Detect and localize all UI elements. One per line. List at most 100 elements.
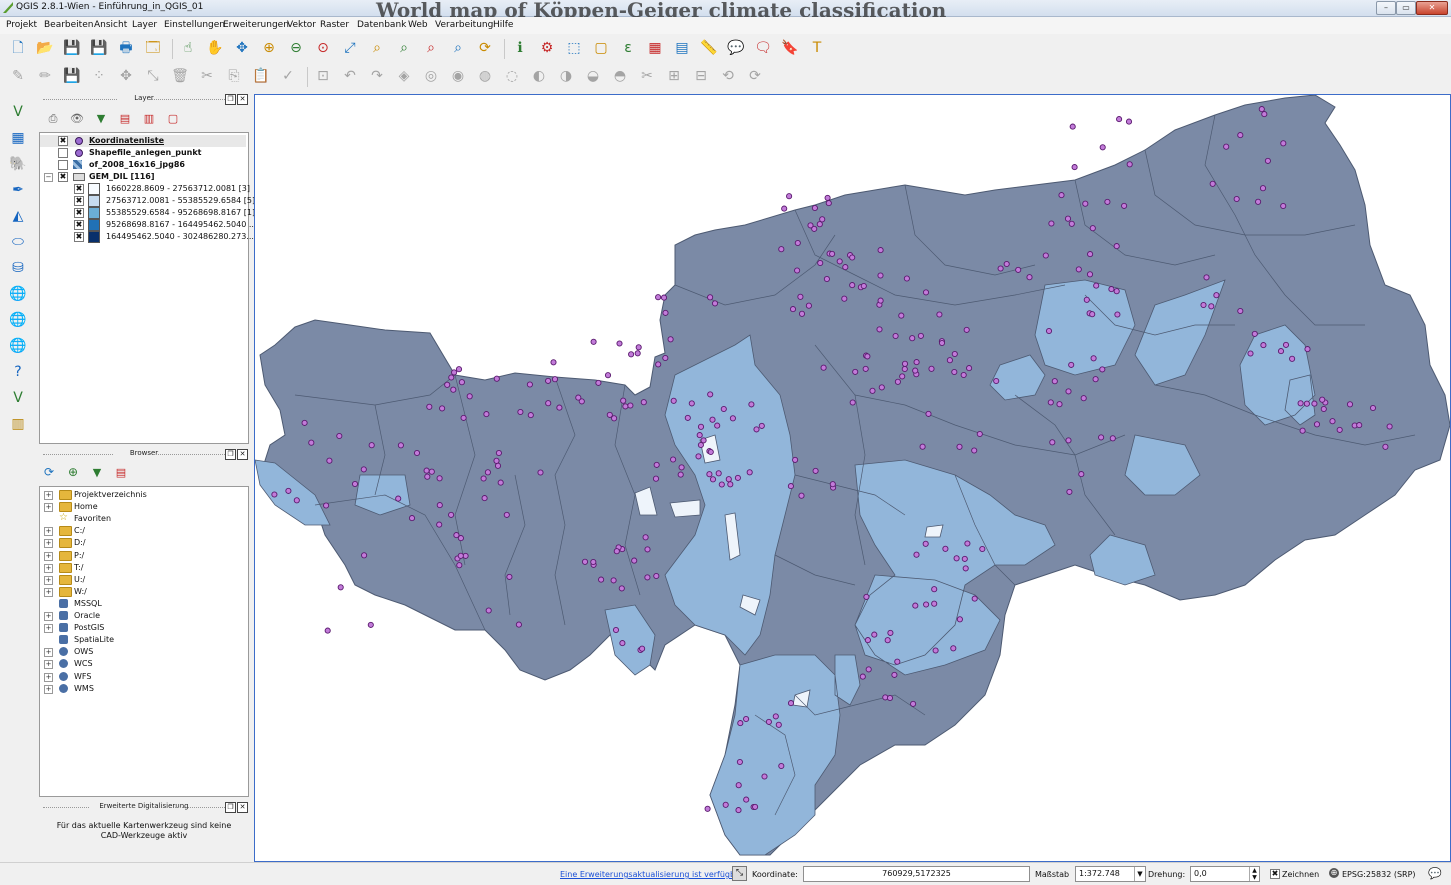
expand-icon[interactable]: + (44, 587, 53, 597)
zoom-in-icon[interactable]: ⊕ (259, 38, 279, 58)
browser-item[interactable]: ☆ Favoriten (40, 512, 246, 525)
paste-features-icon[interactable]: 📋 (251, 66, 271, 86)
zoom-next-icon[interactable]: ⌕ (448, 38, 468, 58)
new-virtual-layer-icon[interactable]: ▥ (8, 414, 28, 434)
deselect-icon[interactable]: ▢ (591, 38, 611, 58)
legend-checkbox[interactable]: ✖ (74, 220, 84, 230)
measure-icon[interactable]: 📏 (699, 38, 719, 58)
save-project-icon[interactable]: 💾 (62, 38, 82, 58)
save-as-icon[interactable]: 💾 (89, 38, 109, 58)
layer-visibility-icon[interactable]: 👁 (67, 108, 87, 128)
layer-checkbox[interactable] (58, 160, 68, 170)
legend-class-4[interactable]: ✖ 95268698.8167 - 164495462.5040 ... (40, 219, 256, 231)
expand-icon[interactable]: + (44, 612, 53, 621)
menu-erweiterungen[interactable]: Erweiterungen (223, 20, 289, 30)
collapse-all-icon[interactable]: ▤ (111, 462, 131, 482)
plugin-update-link[interactable]: Eine Erweiterungsaktualisierung ist verf… (560, 870, 743, 879)
expand-icon[interactable]: + (44, 624, 53, 634)
new-shapefile-icon[interactable]: V (8, 388, 28, 408)
delete-part-icon[interactable]: ◐ (529, 66, 549, 86)
browser-item[interactable]: + T:/ (40, 562, 246, 574)
browser-item[interactable]: + P:/ (40, 550, 246, 562)
spin-arrows-icon[interactable]: ▲ ▼ (1249, 867, 1259, 881)
attribute-table-icon[interactable]: ▦ (645, 38, 665, 58)
browser-item[interactable]: + WCS (40, 658, 246, 670)
text-annotation-icon[interactable]: T (807, 38, 827, 58)
add-db2-layer-icon[interactable]: ⛁ (8, 258, 28, 278)
expand-icon[interactable]: + (44, 563, 53, 573)
browser-item[interactable]: MSSQL (40, 598, 246, 610)
toggle-extents-icon[interactable]: ⤡ (732, 866, 747, 881)
menu-einstellungen[interactable]: Einstellungen (164, 20, 225, 30)
reshape-icon[interactable]: ◑ (556, 66, 576, 86)
browser-item[interactable]: + Home (40, 501, 246, 513)
layer-expand-icon[interactable]: ▤ (115, 108, 135, 128)
legend-class-1[interactable]: ✖ 1660228.8609 - 27563712.0081 [3] (40, 183, 250, 195)
add-vector-layer-icon[interactable]: V (8, 102, 28, 122)
maximize-button[interactable]: ▭ (1396, 1, 1416, 15)
open-project-icon[interactable]: 📂 (35, 38, 55, 58)
layer-remove-icon[interactable]: ▢ (163, 108, 183, 128)
messages-icon[interactable]: 💬 (1428, 867, 1442, 880)
label-icon[interactable]: ⊡ (313, 66, 333, 86)
legend-checkbox[interactable]: ✖ (74, 232, 84, 242)
layer-row-shapefile-anlegen-punkt[interactable]: Shapefile_anlegen_punkt (40, 147, 246, 159)
scale-combobox[interactable]: 1:372.748 ▼ (1075, 866, 1146, 882)
add-ring-icon[interactable]: ◎ (421, 66, 441, 86)
layer-open-styling-icon[interactable]: ⎙ (43, 108, 63, 128)
add-wfs-layer-icon[interactable]: 🌐 (8, 336, 28, 356)
close-window-button[interactable]: ✕ (1416, 1, 1448, 15)
add-postgis-layer-icon[interactable]: 🐘 (8, 154, 28, 174)
render-checkbox[interactable]: ✖ (1270, 869, 1280, 879)
layer-collapse-icon[interactable]: ▥ (139, 108, 159, 128)
add-part-icon[interactable]: ◉ (448, 66, 468, 86)
browser-item[interactable]: + U:/ (40, 574, 246, 586)
add-raster-layer-icon[interactable]: ▦ (8, 128, 28, 148)
move-feature-icon[interactable]: ✥ (116, 66, 136, 86)
rotate-feature-icon[interactable]: ⟳ (745, 66, 765, 86)
digitize-icon[interactable]: ✓ (278, 66, 298, 86)
undo-icon[interactable]: ↶ (340, 66, 360, 86)
layer-checkbox[interactable]: ✖ (58, 136, 68, 146)
filter-browser-icon[interactable]: ▼ (87, 462, 107, 482)
float-panel-button[interactable]: ❐ (225, 94, 236, 105)
expand-icon[interactable]: + (44, 684, 53, 694)
expand-icon[interactable]: + (44, 503, 53, 513)
browser-item[interactable]: + C:/ (40, 525, 246, 537)
layer-row-raster[interactable]: of_2008_16x16_jpg86 (40, 159, 246, 171)
close-panel-button[interactable]: ✕ (237, 94, 248, 105)
float-panel-button[interactable]: ❐ (225, 449, 236, 460)
map-canvas[interactable] (254, 94, 1451, 862)
map-svg[interactable] (255, 95, 1450, 861)
menu-vektor[interactable]: Vektor (287, 20, 316, 30)
redo-icon[interactable]: ↷ (367, 66, 387, 86)
add-delimited-text-icon[interactable]: ? (8, 362, 28, 382)
expand-icon[interactable]: + (44, 648, 53, 658)
zoom-out-icon[interactable]: ⊖ (286, 38, 306, 58)
crs-globe-icon[interactable]: ⊕ (1329, 868, 1339, 878)
expand-icon[interactable]: + (44, 539, 53, 549)
refresh-icon[interactable]: ⟳ (475, 38, 495, 58)
node-tool-icon[interactable]: ⤡ (143, 66, 163, 86)
browser-item[interactable]: + Projektverzeichnis (40, 489, 246, 501)
fill-ring-icon[interactable]: ◍ (475, 66, 495, 86)
layer-filter-icon[interactable]: ▼ (91, 108, 111, 128)
map-tips-icon[interactable]: 🗨 (753, 38, 773, 58)
copy-features-icon[interactable]: ⎘ (224, 66, 244, 86)
menu-web[interactable]: Web (408, 20, 428, 30)
menu-ansicht[interactable]: Ansicht (94, 20, 127, 30)
legend-class-2[interactable]: ✖ 27563712.0081 - 55385529.6584 [5] (40, 195, 255, 207)
bookmark-icon[interactable]: 🔖 (780, 38, 800, 58)
minimize-button[interactable]: – (1376, 1, 1396, 15)
add-feature-icon[interactable]: ⁘ (89, 66, 109, 86)
pan-to-selection-icon[interactable]: ✥ (232, 38, 252, 58)
identify-icon[interactable]: ℹ (510, 38, 530, 58)
menu-hilfe[interactable]: Hilfe (493, 20, 513, 30)
legend-checkbox[interactable]: ✖ (74, 184, 84, 194)
layer-checkbox[interactable] (58, 148, 68, 158)
menu-layer[interactable]: Layer (132, 20, 157, 30)
zoom-actual-icon[interactable]: ⊙ (313, 38, 333, 58)
offset-curve-icon[interactable]: ◒ (583, 66, 603, 86)
simplify-icon[interactable]: ◈ (394, 66, 414, 86)
annotation-icon[interactable]: 💬 (726, 38, 746, 58)
